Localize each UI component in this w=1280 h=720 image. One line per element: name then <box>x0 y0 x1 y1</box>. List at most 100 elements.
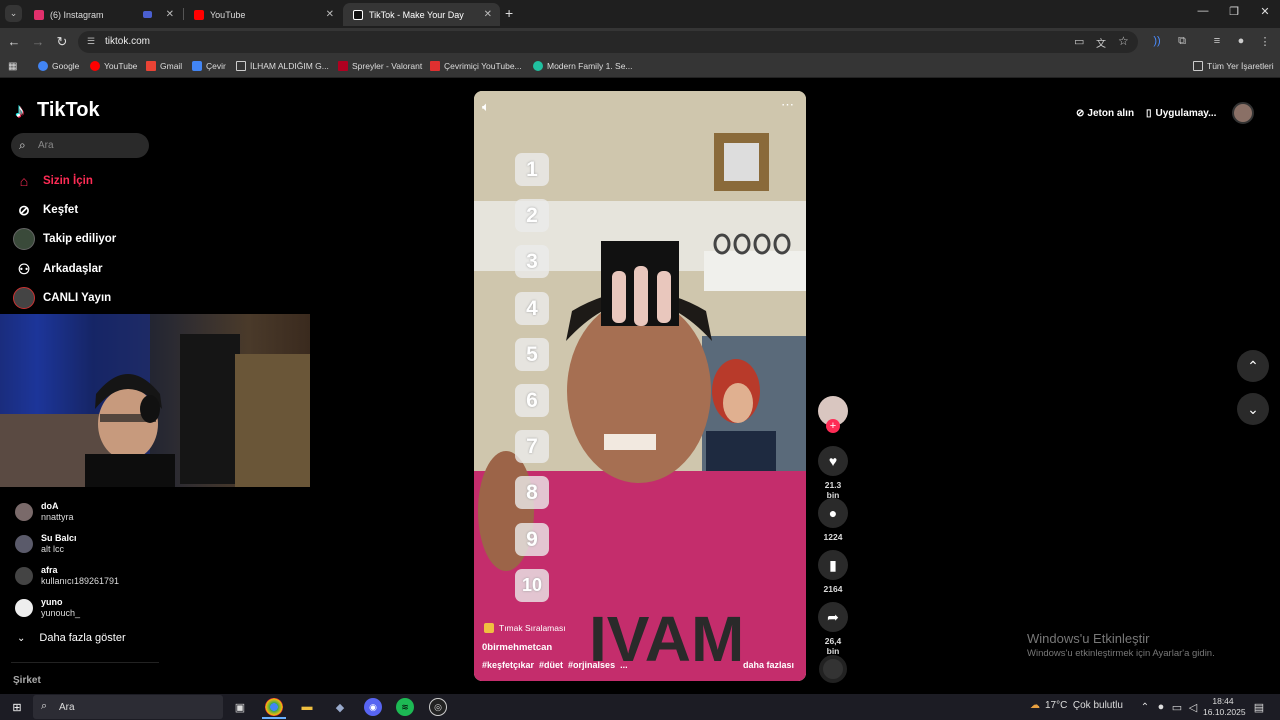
bookmark-gmail[interactable]: Gmail <box>146 61 182 71</box>
nav-following[interactable]: Takip ediliyor <box>13 227 116 251</box>
back-icon[interactable]: ← <box>6 34 22 50</box>
video-author[interactable]: 0birmehmetcan <box>482 642 552 653</box>
next-video-button[interactable]: ⌄ <box>1237 393 1269 425</box>
search-input[interactable]: ⌕ Ara <box>11 133 149 158</box>
creator-avatar[interactable]: + <box>818 396 848 433</box>
nav-for-you[interactable]: ⌂ Sizin İçin <box>13 169 93 193</box>
tiktok-logo[interactable]: ♪ TikTok <box>15 99 100 122</box>
profile-icon[interactable]: ● <box>1233 35 1249 47</box>
profile-avatar[interactable] <box>1232 102 1254 124</box>
minimize-icon[interactable]: — <box>1193 5 1213 17</box>
following-item[interactable]: doA nnattyra <box>15 498 74 526</box>
close-icon[interactable]: ✕ <box>484 9 492 20</box>
translate-icon[interactable]: 文 <box>1096 35 1106 50</box>
reload-icon[interactable]: ↻ <box>54 34 70 50</box>
restore-icon[interactable]: ❐ <box>1224 5 1244 18</box>
bookmark-star-icon[interactable]: ☆ <box>1118 34 1129 48</box>
following-user: yunouch_ <box>41 608 81 618</box>
task-view-icon[interactable]: ▣ <box>231 698 249 716</box>
obs-icon[interactable]: ◎ <box>429 698 447 716</box>
bookmark-label: Tüm Yer İşaretleri <box>1207 61 1274 71</box>
more-options-icon[interactable]: ⋯ <box>781 97 794 113</box>
address-bar[interactable]: ☰ tiktok.com ▭ 文 ☆ <box>78 31 1138 53</box>
bookmark-cevir[interactable]: Çevir <box>192 61 226 71</box>
follow-plus-icon[interactable]: + <box>826 419 840 433</box>
close-window-icon[interactable]: ✕ <box>1255 5 1275 18</box>
phone-icon: ▯ <box>1146 107 1152 119</box>
menu-icon[interactable]: ⋮ <box>1257 35 1273 48</box>
forward-icon[interactable]: → <box>30 34 46 50</box>
extensions-icon[interactable]: ⧉ <box>1174 35 1190 48</box>
nav-label: CANLI Yayın <box>43 292 112 304</box>
more-link[interactable]: daha fazlası <box>743 660 794 670</box>
get-app-button[interactable]: ▯ Uygulamay... <box>1146 103 1216 123</box>
bookmark-youtube[interactable]: YouTube <box>90 61 137 71</box>
spotify-icon[interactable]: ≋ <box>396 698 414 716</box>
following-item[interactable]: afra kullanıcı189261791 <box>15 562 119 590</box>
instagram-icon <box>34 9 44 20</box>
clock[interactable]: 18:44 16.10.2025 <box>1203 696 1246 718</box>
site-info-icon[interactable]: ☰ <box>87 36 95 47</box>
site-icon <box>533 61 543 71</box>
converter-icon <box>430 61 440 71</box>
bookmark-label: Çevir <box>206 61 226 71</box>
search-icon: ⌕ <box>19 138 26 152</box>
extension-shazam-icon[interactable]: )) <box>1149 35 1165 47</box>
music-disc[interactable] <box>818 655 848 683</box>
save-button[interactable]: ▮ 2164 <box>818 550 848 594</box>
video-tag[interactable]: Tımak Sıralaması <box>484 623 566 633</box>
rank-number-box: 9 <box>515 522 549 556</box>
share-button[interactable]: ➦ 26,4 bin <box>818 602 848 656</box>
file-explorer-icon[interactable]: ▬ <box>298 698 316 716</box>
following-name: yuno <box>41 597 63 607</box>
following-item[interactable]: yuno yunouch_ <box>15 594 80 622</box>
chrome-icon[interactable] <box>265 698 283 716</box>
tab-search-button[interactable]: ⌄ <box>5 5 22 22</box>
notification-icon[interactable]: ▤ <box>1250 698 1268 716</box>
bookmark-valorant[interactable]: Spreyler - Valorant <box>338 61 422 71</box>
nav-label: Takip ediliyor <box>43 233 117 245</box>
company-heading[interactable]: Şirket <box>13 675 41 686</box>
nav-friends[interactable]: ⚇ Arkadaşlar <box>13 257 103 281</box>
bookmark-google[interactable]: Google <box>38 61 79 71</box>
following-item[interactable]: Su Balcı alt lcc <box>15 530 77 558</box>
comment-button[interactable]: ● 1224 <box>818 498 848 542</box>
close-icon[interactable]: ✕ <box>166 9 174 20</box>
tab-label: (6) Instagram <box>50 9 104 20</box>
weather-widget[interactable]: ☁ 17°C Çok bulutlu <box>1030 700 1123 711</box>
taskbar-search[interactable]: ⌕ Ara <box>33 695 223 719</box>
nav-label: Sizin İçin <box>43 175 93 187</box>
get-coins-button[interactable]: ⊘ Jeton alın <box>1076 103 1134 123</box>
tab-tiktok[interactable]: TikTok - Make Your Day ✕ <box>343 3 500 26</box>
video-hashtags[interactable]: #keşfetçıkar #düet #orjinalses ... <box>482 660 628 670</box>
rank-number-box: 3 <box>515 245 549 279</box>
bookmark-modern-family[interactable]: Modern Family 1. Se... <box>533 61 633 71</box>
bookmark-label: YouTube <box>104 61 138 71</box>
tab-instagram[interactable]: (6) Instagram ✕ <box>24 3 182 26</box>
close-icon[interactable]: ✕ <box>326 9 334 20</box>
browser-toolbar: ← → ↻ ☰ tiktok.com ▭ 文 ☆ )) ⧉ ≡ ● ⋮ <box>0 28 1280 56</box>
show-more-label: Daha fazla göster <box>39 632 126 644</box>
video-player[interactable]: IVAM 🔈︎ ⋯ 1 2 3 4 5 6 7 8 9 10 Tımak Sıralaması 0… <box>474 91 806 681</box>
show-more-button[interactable]: ⌄ Daha fazla göster <box>17 626 126 650</box>
bookmark-folder-ilham[interactable]: İLHAM ALDIĞIM G... <box>236 61 329 71</box>
volume-icon[interactable]: 🔈︎ <box>482 99 490 115</box>
windows-start-icon[interactable]: ⊞ <box>8 698 26 716</box>
new-tab-button[interactable]: + <box>505 5 513 21</box>
all-bookmarks[interactable]: Tüm Yer İşaretleri <box>1193 61 1274 71</box>
apps-icon[interactable]: ▦ <box>8 61 17 72</box>
cast-icon[interactable]: ▭ <box>1074 35 1084 48</box>
search-placeholder: Ara <box>38 140 54 151</box>
discord-icon[interactable]: ◉ <box>364 698 382 716</box>
nav-live[interactable]: CANLI Yayın <box>13 286 111 310</box>
nav-explore[interactable]: ⊘ Keşfet <box>13 198 78 222</box>
like-button[interactable]: ♥ 21.3 bin <box>818 446 848 500</box>
tab-youtube[interactable]: YouTube ✕ <box>184 3 342 26</box>
previous-video-button[interactable]: ⌃ <box>1237 350 1269 382</box>
bookmark-icon: ▮ <box>818 550 848 580</box>
reading-list-icon[interactable]: ≡ <box>1209 35 1225 47</box>
rank-number-box: 4 <box>515 291 549 325</box>
speaker-icon[interactable]: ◁ <box>1184 698 1202 716</box>
bookmark-youtube-converter[interactable]: Çevrimiçi YouTube... <box>430 61 522 71</box>
app-icon[interactable]: ◆ <box>331 698 349 716</box>
